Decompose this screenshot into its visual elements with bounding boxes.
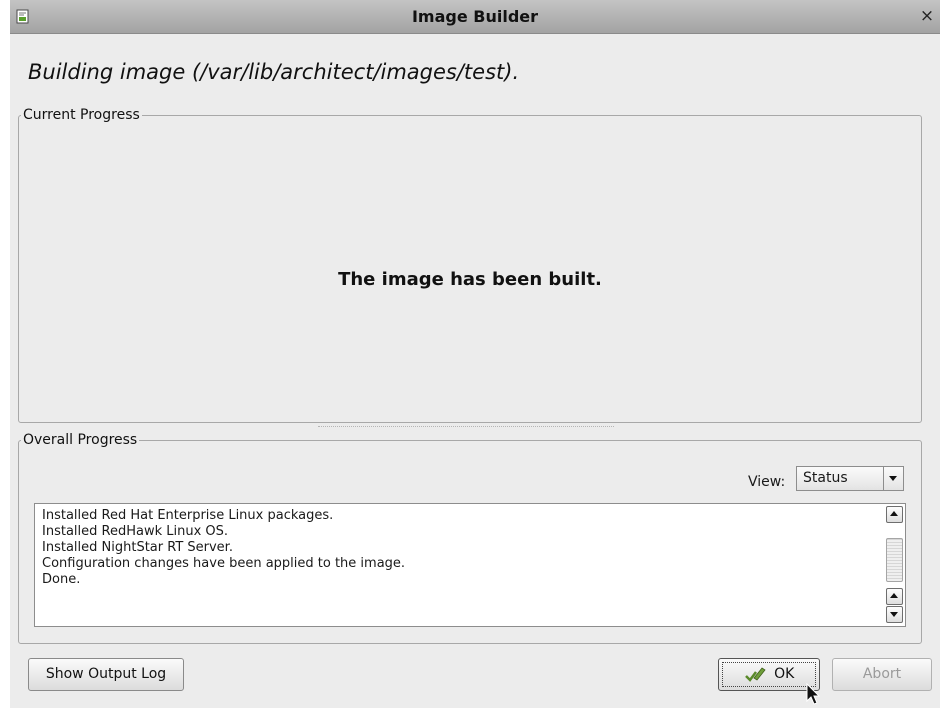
- overall-progress-legend: Overall Progress: [23, 432, 138, 448]
- scroll-up-icon[interactable]: [886, 588, 903, 605]
- view-dropdown[interactable]: Status: [796, 466, 904, 491]
- current-progress-group: Current Progress The image has been buil…: [18, 107, 922, 423]
- current-progress-legend: Current Progress: [23, 107, 140, 123]
- chevron-down-icon[interactable]: [883, 467, 903, 490]
- log-line: Configuration changes have been applied …: [42, 556, 406, 571]
- page-heading: Building image (/var/lib/architect/image…: [28, 60, 520, 84]
- scrollbar-thumb[interactable]: [886, 538, 903, 582]
- title-bar[interactable]: Image Builder ×: [10, 0, 940, 34]
- log-line: Installed RedHawk Linux OS.: [42, 524, 229, 539]
- log-line: Installed NightStar RT Server.: [42, 540, 233, 555]
- close-icon[interactable]: ×: [918, 6, 936, 26]
- scroll-up-icon[interactable]: [886, 506, 903, 523]
- log-line: Installed Red Hat Enterprise Linux packa…: [42, 508, 334, 523]
- build-status-message: The image has been built.: [338, 269, 602, 290]
- pane-splitter-handle[interactable]: [318, 426, 614, 428]
- log-line: Done.: [42, 572, 81, 587]
- abort-button[interactable]: Abort: [832, 658, 932, 691]
- ok-button[interactable]: OK: [718, 658, 820, 691]
- show-output-log-button[interactable]: Show Output Log: [28, 658, 184, 691]
- status-log-area[interactable]: Installed Red Hat Enterprise Linux packa…: [34, 503, 906, 627]
- view-label: View:: [748, 474, 786, 490]
- scroll-down-icon[interactable]: [886, 606, 903, 623]
- view-dropdown-value: Status: [803, 470, 848, 486]
- mouse-pointer-icon: [806, 683, 821, 705]
- log-lines: Installed Red Hat Enterprise Linux packa…: [42, 508, 405, 588]
- window-title: Image Builder: [411, 7, 539, 26]
- focus-ring: [722, 662, 816, 687]
- log-scrollbar[interactable]: [886, 506, 903, 624]
